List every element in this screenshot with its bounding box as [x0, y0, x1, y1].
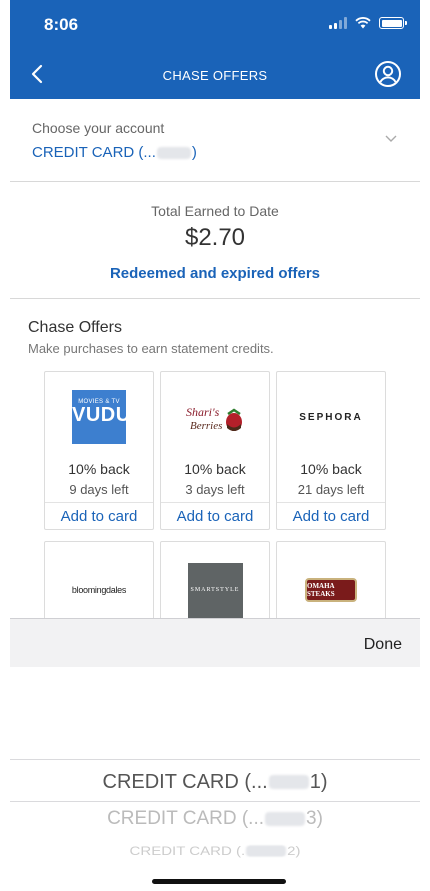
offer-days-left: 21 days left — [297, 482, 365, 497]
total-earned-section: Total Earned to Date $2.70 Redeemed and … — [10, 183, 420, 299]
redacted-account-number — [156, 146, 191, 159]
account-picker-wheel[interactable]: CREDIT CARD (... 1) CREDIT CARD (... 3) … — [10, 667, 420, 891]
picker-option[interactable]: CREDIT CARD (. 2) — [10, 843, 420, 859]
account-value-suffix: ) — [191, 144, 197, 161]
sephora-logo: SEPHORA — [299, 411, 363, 423]
redacted-account-number — [265, 812, 306, 826]
page-title: CHASE OFFERS — [162, 68, 268, 83]
picker-toolbar: Done — [10, 618, 420, 667]
done-button[interactable]: Done — [364, 636, 402, 654]
offer-card-smartstyle[interactable]: SMARTSTYLE — [160, 541, 270, 621]
svg-text:Shari's: Shari's — [186, 405, 220, 419]
redeemed-expired-link[interactable]: Redeemed and expired offers — [10, 265, 420, 282]
signal-icon — [329, 17, 347, 29]
offer-card-omaha-steaks[interactable]: OMAHA STEAKS — [276, 541, 386, 621]
account-value-prefix: CREDIT CARD (... — [32, 144, 156, 161]
offer-back: 10% back — [184, 461, 246, 477]
account-value: CREDIT CARD (... ) — [32, 144, 197, 161]
app-screen: 8:06 CHASE OFFERS Choose your account CR… — [10, 0, 420, 891]
add-to-card-button[interactable]: Add to card — [45, 508, 153, 525]
divider — [45, 502, 153, 503]
picker-option-selected[interactable]: CREDIT CARD (... 1) — [10, 765, 420, 799]
status-icons — [329, 17, 407, 29]
total-earned-label: Total Earned to Date — [151, 203, 279, 219]
account-selector[interactable]: Choose your account CREDIT CARD (... ) — [10, 99, 420, 182]
omaha-steaks-logo: OMAHA STEAKS — [277, 542, 385, 621]
add-to-card-button[interactable]: Add to card — [277, 508, 385, 525]
sharis-berries-logo-graphic: Shari's Berries — [186, 405, 242, 432]
vudu-logo: MOVIES & TV VUDU — [45, 372, 153, 462]
header-bar: 8:06 CHASE OFFERS — [10, 0, 420, 99]
offer-back: 10% back — [68, 461, 130, 477]
status-time: 8:06 — [44, 15, 79, 34]
smartstyle-logo: SMARTSTYLE — [161, 542, 269, 621]
total-earned-amount: $2.70 — [184, 224, 246, 251]
redacted-account-number — [246, 845, 287, 857]
offer-card-bloomingdales[interactable]: bloomingdales — [44, 541, 154, 621]
offer-back: 10% back — [300, 461, 362, 477]
battery-icon — [379, 17, 407, 29]
profile-icon[interactable] — [374, 60, 402, 88]
add-to-card-button[interactable]: Add to card — [161, 508, 269, 525]
picker-selection-line — [10, 759, 420, 760]
offer-card-sharis-berries[interactable]: Shari's Berries 10% back 3 days left Add… — [160, 371, 270, 530]
picker-selection-line — [10, 801, 420, 802]
account-label: Choose your account — [32, 120, 165, 136]
offers-subtitle: Make purchases to earn statement credits… — [28, 341, 274, 356]
redacted-account-number — [268, 775, 309, 789]
chevron-down-icon — [385, 135, 397, 142]
divider — [277, 502, 385, 503]
picker-option[interactable]: CREDIT CARD (... 3) — [10, 805, 420, 833]
divider — [161, 502, 269, 503]
offer-card-vudu[interactable]: MOVIES & TV VUDU 10% back 9 days left Ad… — [44, 371, 154, 530]
sharis-berries-logo: Shari's Berries — [161, 372, 269, 462]
home-indicator[interactable] — [152, 879, 286, 884]
offer-card-sephora[interactable]: SEPHORA 10% back 21 days left Add to car… — [276, 371, 386, 530]
svg-text:Berries: Berries — [190, 420, 222, 432]
wifi-icon — [355, 17, 371, 29]
bloomingdales-logo: bloomingdales — [71, 585, 127, 595]
offer-days-left: 3 days left — [185, 482, 245, 497]
offer-days-left: 9 days left — [69, 482, 129, 497]
offers-title: Chase Offers — [28, 319, 122, 336]
